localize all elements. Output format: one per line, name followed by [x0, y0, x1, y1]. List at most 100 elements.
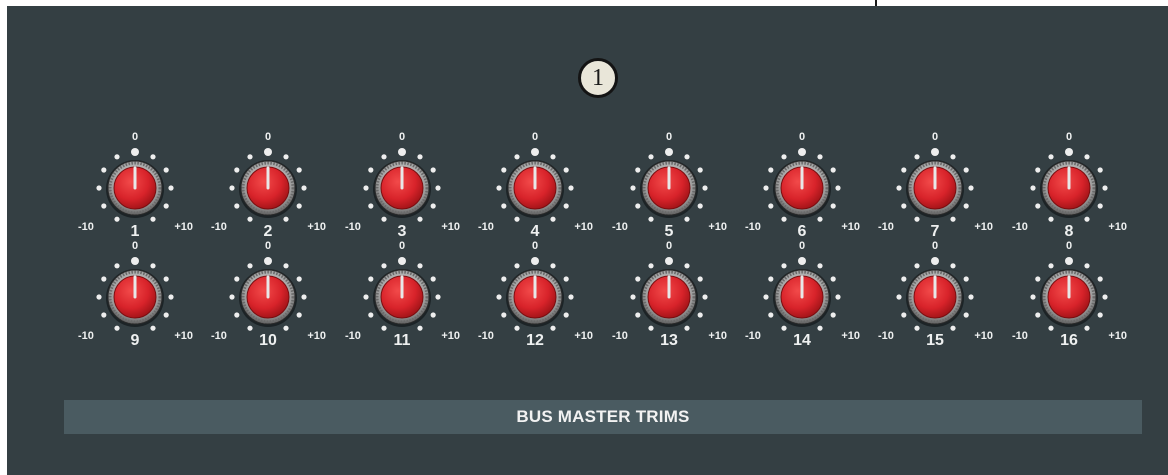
- scale-dot: [435, 185, 441, 191]
- scale-dot: [665, 148, 673, 156]
- trim-knob-12[interactable]: 0 -10 +10 12: [475, 237, 595, 357]
- trim-number-label: 9: [130, 332, 140, 349]
- scale-dot: [430, 203, 436, 209]
- scale-dot: [114, 325, 120, 331]
- scale-min-label: -10: [878, 330, 894, 342]
- scale-dot: [150, 216, 156, 222]
- trim-knob-11[interactable]: 0 -10 +10 11: [342, 237, 462, 357]
- scale-min-label: -10: [345, 221, 361, 233]
- scale-zero-label: 0: [398, 131, 406, 143]
- trim-knob-14[interactable]: 0 -10 +10 14: [742, 237, 862, 357]
- scale-dot: [648, 216, 654, 222]
- scale-dot: [131, 148, 139, 156]
- scale-zero-label: 0: [531, 131, 539, 143]
- scale-dot: [101, 203, 107, 209]
- scale-max-label: +10: [1108, 221, 1127, 233]
- trim-knob-8[interactable]: 0 -10 +10 8: [1009, 128, 1129, 248]
- scale-dot: [101, 276, 107, 282]
- scale-dot: [163, 203, 169, 209]
- scale-dot: [963, 167, 969, 173]
- scale-dot: [931, 148, 939, 156]
- scale-dot: [381, 216, 387, 222]
- trim-number-label: 12: [526, 332, 544, 349]
- scale-dot: [901, 312, 907, 318]
- scale-zero-label: 0: [665, 131, 673, 143]
- scale-dot: [781, 154, 787, 160]
- scale-dot: [901, 276, 907, 282]
- scale-dot: [563, 167, 569, 173]
- scale-dot: [768, 167, 774, 173]
- scale-max-label: +10: [708, 330, 727, 342]
- scale-min-label: -10: [612, 330, 628, 342]
- scale-dot: [896, 185, 902, 191]
- trim-knob-6[interactable]: 0 -10 +10 6: [742, 128, 862, 248]
- scale-dot: [417, 154, 423, 160]
- scale-dot: [114, 216, 120, 222]
- trim-knob-7[interactable]: 0 -10 +10 7: [875, 128, 995, 248]
- trim-knob-9[interactable]: 0 -10 +10 9: [75, 237, 195, 357]
- trim-knob-5[interactable]: 0 -10 +10 5: [609, 128, 729, 248]
- scale-min-label: -10: [78, 330, 94, 342]
- scale-dot: [496, 294, 502, 300]
- trim-knob-16[interactable]: 0 -10 +10 16: [1009, 237, 1129, 357]
- scale-dot: [914, 263, 920, 269]
- scale-dot: [665, 257, 673, 265]
- scale-dot: [550, 154, 556, 160]
- scale-dot: [229, 294, 235, 300]
- trim-number-label: 16: [1060, 332, 1078, 349]
- scale-dot: [817, 325, 823, 331]
- scale-dot: [630, 185, 636, 191]
- scale-zero-label: 0: [531, 240, 539, 252]
- scale-dot: [702, 294, 708, 300]
- scale-dot: [830, 167, 836, 173]
- scale-dot: [531, 257, 539, 265]
- scale-dot: [1084, 216, 1090, 222]
- scale-max-label: +10: [307, 330, 326, 342]
- scale-dot: [635, 167, 641, 173]
- trim-number-label: 15: [926, 332, 944, 349]
- scale-dot: [635, 203, 641, 209]
- scale-dot: [630, 294, 636, 300]
- scale-dot: [914, 154, 920, 160]
- trim-knob-1[interactable]: 0 -10 +10 1: [75, 128, 195, 248]
- trim-knob-15[interactable]: 0 -10 +10 15: [875, 237, 995, 357]
- trim-knob-13[interactable]: 0 -10 +10 13: [609, 237, 729, 357]
- scale-dot: [817, 154, 823, 160]
- scale-dot: [1048, 325, 1054, 331]
- scale-dot: [417, 216, 423, 222]
- scale-dot: [247, 263, 253, 269]
- scale-dot: [417, 263, 423, 269]
- scale-dot: [817, 263, 823, 269]
- scale-dot: [763, 185, 769, 191]
- scale-min-label: -10: [78, 221, 94, 233]
- scale-dot: [1084, 325, 1090, 331]
- scale-dot: [835, 185, 841, 191]
- scale-max-label: +10: [441, 330, 460, 342]
- scale-dot: [247, 154, 253, 160]
- panel-title: BUS MASTER TRIMS: [516, 407, 690, 426]
- scale-dot: [1048, 154, 1054, 160]
- scale-dot: [1084, 154, 1090, 160]
- scale-min-label: -10: [211, 221, 227, 233]
- scale-zero-label: 0: [398, 240, 406, 252]
- scale-dot: [830, 276, 836, 282]
- scale-zero-label: 0: [131, 131, 139, 143]
- scale-dot: [684, 325, 690, 331]
- scale-dot: [514, 216, 520, 222]
- scale-dot: [283, 263, 289, 269]
- scale-dot: [702, 185, 708, 191]
- scale-dot: [1035, 312, 1041, 318]
- scale-min-label: -10: [1012, 221, 1028, 233]
- scale-dot: [114, 154, 120, 160]
- trim-knob-4[interactable]: 0 -10 +10 4: [475, 128, 595, 248]
- trim-knob-10[interactable]: 0 -10 +10 10: [208, 237, 328, 357]
- scale-dot: [550, 325, 556, 331]
- scale-dot: [368, 167, 374, 173]
- scale-dot: [781, 325, 787, 331]
- scale-dot: [150, 325, 156, 331]
- trim-knob-2[interactable]: 0 -10 +10 2: [208, 128, 328, 248]
- trim-knob-3[interactable]: 0 -10 +10 3: [342, 128, 462, 248]
- scale-min-label: -10: [478, 221, 494, 233]
- scale-dot: [381, 325, 387, 331]
- scale-dot: [398, 148, 406, 156]
